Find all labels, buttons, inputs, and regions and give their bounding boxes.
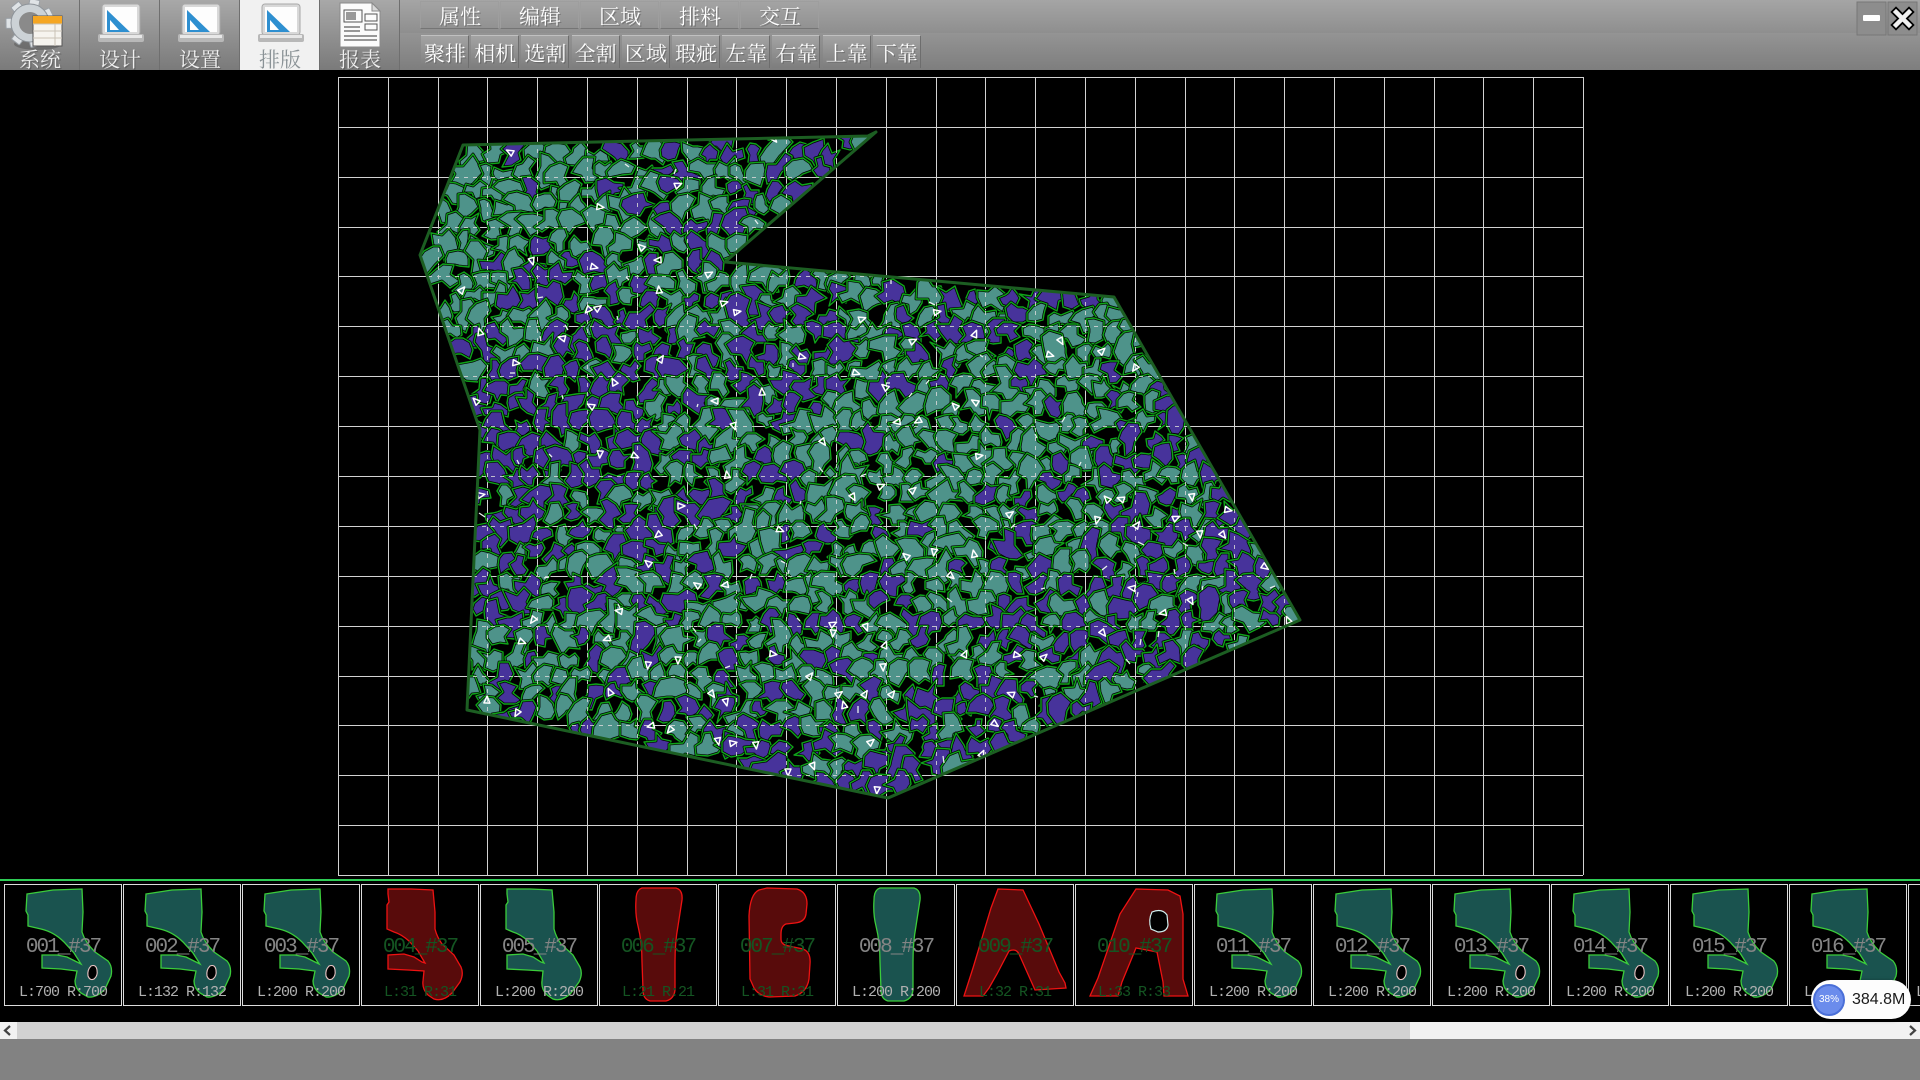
svg-text:013_#37: 013_#37	[1454, 936, 1529, 959]
svg-text:L:132 R:132: L:132 R:132	[138, 984, 226, 1001]
svg-text:015_#37: 015_#37	[1692, 936, 1767, 959]
svg-text:L:200 R:200: L:200 R:200	[1209, 984, 1298, 1001]
svg-text:009_#37: 009_#37	[978, 936, 1053, 959]
svg-text:L:33 R:33: L:33 R:33	[1098, 984, 1171, 1001]
svg-text:007_#37: 007_#37	[740, 936, 815, 959]
svg-text:L:200 R:200: L:200 R:200	[1566, 984, 1655, 1001]
svg-text:L:200 R:200: L:200 R:200	[257, 984, 346, 1001]
svg-text:010_#37: 010_#37	[1097, 936, 1172, 959]
svg-text:L:31 R:31: L:31 R:31	[741, 984, 814, 1001]
svg-text:008_#37: 008_#37	[859, 936, 934, 959]
svg-text:005_#37: 005_#37	[502, 936, 577, 959]
svg-text:006_#37: 006_#37	[621, 936, 696, 959]
svg-text:003_#37: 003_#37	[264, 936, 339, 959]
svg-text:012_#37: 012_#37	[1335, 936, 1410, 959]
svg-text:011_#37: 011_#37	[1216, 936, 1291, 959]
svg-text:L:200 R:200: L:200 R:200	[1328, 984, 1417, 1001]
svg-text:016_#37: 016_#37	[1811, 936, 1886, 959]
svg-text:L:31 R:31: L:31 R:31	[384, 984, 457, 1001]
svg-text:002_#37: 002_#37	[145, 936, 220, 959]
svg-text:L:200 R:200: L:200 R:200	[852, 984, 941, 1001]
svg-text:L:21 R:21: L:21 R:21	[622, 984, 695, 1001]
svg-text:L:700 R:700: L:700 R:700	[19, 984, 108, 1001]
svg-text:004_#37: 004_#37	[383, 936, 458, 959]
svg-text:014_#37: 014_#37	[1573, 936, 1648, 959]
svg-text:L:32 R:31: L:32 R:31	[979, 984, 1052, 1001]
svg-text:L:200 R:200: L:200 R:200	[1447, 984, 1536, 1001]
svg-text:001_#37: 001_#37	[26, 936, 101, 959]
svg-text:L:2: L:2	[1916, 984, 1920, 1001]
svg-text:L:200 R:200: L:200 R:200	[495, 984, 584, 1001]
svg-text:L:200 R:200: L:200 R:200	[1685, 984, 1774, 1001]
